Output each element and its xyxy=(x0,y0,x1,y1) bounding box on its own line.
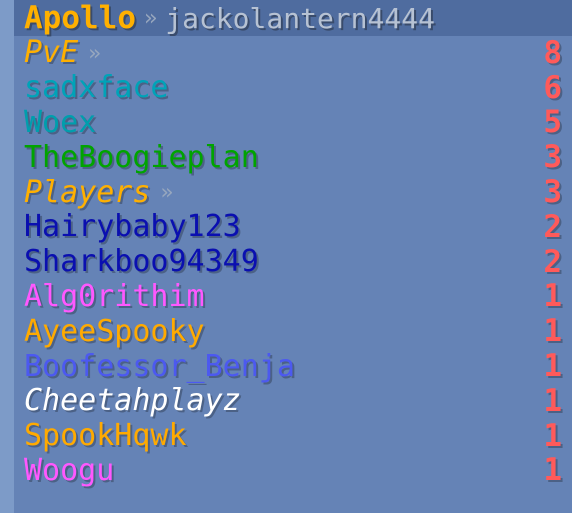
row-score: 3 xyxy=(543,139,562,176)
scoreboard-row: Boofessor_Benja 1 xyxy=(24,349,562,384)
scoreboard-row: Woex 5 xyxy=(24,106,562,141)
scoreboard-row: PvE » 8 xyxy=(24,36,562,71)
row-score: 6 xyxy=(543,69,562,106)
row-label-wrap: Alg0rithim xyxy=(24,278,205,314)
row-score: 1 xyxy=(543,382,562,419)
header-separator: » xyxy=(143,5,158,31)
row-name: TheBoogieplan xyxy=(24,139,259,175)
row-name: Hairybaby123 xyxy=(24,209,241,245)
row-label-wrap: Woogu xyxy=(24,452,115,488)
scoreboard-row: Hairybaby123 2 xyxy=(24,210,562,245)
scoreboard-row: sadxface 6 xyxy=(24,71,562,106)
server-name: Apollo xyxy=(24,0,136,36)
row-name: Alg0rithim xyxy=(24,278,205,314)
scoreboard-header: Apollo » jackolantern4444 xyxy=(14,0,572,36)
scoreboard-list: PvE » 8 sadxface 6 Woex 5 TheBoogieplan … xyxy=(24,36,562,488)
scoreboard-row: Cheetahplayz 1 xyxy=(24,384,562,419)
row-score: 1 xyxy=(543,313,562,350)
row-label-wrap: Players » xyxy=(24,174,174,210)
row-name: PvE xyxy=(24,35,79,71)
scoreboard-row: Players » 3 xyxy=(24,175,562,210)
row-label-wrap: TheBoogieplan xyxy=(24,139,259,175)
scoreboard-row: Sharkboo94349 2 xyxy=(24,245,562,280)
row-label-wrap: sadxface xyxy=(24,73,169,103)
scoreboard-row: Woogu 1 xyxy=(24,454,562,489)
scoreboard-panel: Apollo » jackolantern4444 PvE » 8 sadxfa… xyxy=(0,0,572,513)
row-name: Cheetahplayz xyxy=(24,383,241,419)
row-score: 5 xyxy=(543,104,562,141)
scoreboard-row: AyeeSpooky 1 xyxy=(24,314,562,349)
scoreboard-row: SpookHqwk 1 xyxy=(24,419,562,454)
row-score: 2 xyxy=(543,243,562,280)
row-label-wrap: Boofessor_Benja xyxy=(24,348,295,384)
row-name: AyeeSpooky xyxy=(24,313,205,349)
row-score: 1 xyxy=(543,278,562,315)
row-label-wrap: Hairybaby123 xyxy=(24,212,241,242)
row-name: SpookHqwk xyxy=(24,418,187,454)
row-name: Boofessor_Benja xyxy=(24,348,295,384)
row-label-wrap: AyeeSpooky xyxy=(24,313,205,349)
current-player-name: jackolantern4444 xyxy=(165,1,435,35)
scoreboard-row: Alg0rithim 1 xyxy=(24,280,562,315)
row-arrow-icon: » xyxy=(88,40,101,65)
row-label-wrap: Woex xyxy=(24,104,97,140)
row-score: 1 xyxy=(543,417,562,454)
row-label-wrap: PvE » xyxy=(24,38,101,68)
row-name: Woex xyxy=(24,104,97,140)
row-label-wrap: SpookHqwk xyxy=(24,421,187,451)
row-score: 3 xyxy=(543,174,562,211)
row-score: 2 xyxy=(543,208,562,245)
row-arrow-icon: » xyxy=(160,180,174,205)
row-name: Woogu xyxy=(24,452,115,488)
row-score: 1 xyxy=(543,452,562,489)
row-score: 8 xyxy=(543,34,562,71)
row-score: 1 xyxy=(543,348,562,385)
row-label-wrap: Sharkboo94349 xyxy=(24,247,259,277)
scoreboard-row: TheBoogieplan 3 xyxy=(24,140,562,175)
row-name: Players xyxy=(24,174,151,210)
row-label-wrap: Cheetahplayz xyxy=(24,386,241,416)
row-name: Sharkboo94349 xyxy=(24,244,259,280)
row-name: sadxface xyxy=(24,70,169,106)
